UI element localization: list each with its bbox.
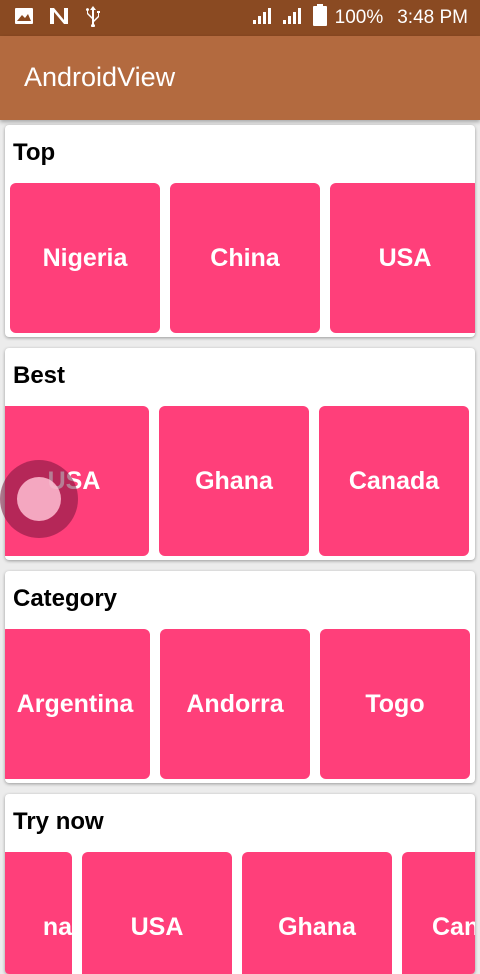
country-tile[interactable]: USA <box>330 183 475 333</box>
country-tile[interactable]: China <box>170 183 320 333</box>
country-tile[interactable]: Can <box>402 852 475 974</box>
section-card-best: Best USA Ghana Canada <box>5 348 475 560</box>
status-bar-left <box>14 5 102 32</box>
image-icon <box>14 6 34 31</box>
touch-indicator <box>0 460 78 538</box>
section-title: Best <box>13 362 66 389</box>
section-card-try-now: Try now na USA Ghana Can <box>5 794 475 974</box>
country-tile[interactable]: Canada <box>319 406 469 556</box>
signal-icon-2 <box>282 6 305 30</box>
country-tile[interactable]: Argentina <box>5 629 150 779</box>
country-tile[interactable]: Andorra <box>160 629 310 779</box>
signal-icon <box>252 6 275 30</box>
app-title: AndroidView <box>24 62 176 92</box>
touch-indicator-center <box>17 477 61 521</box>
clock: 3:48 PM <box>397 7 468 28</box>
section-title: Top <box>13 139 56 166</box>
country-tile[interactable]: USA <box>82 852 232 974</box>
country-tile[interactable]: Togo <box>320 629 470 779</box>
country-tile[interactable]: Ghana <box>159 406 309 556</box>
status-bar: 100% 3:48 PM <box>0 0 480 36</box>
battery-percent: 100% <box>334 7 384 28</box>
section-card-top: Top Nigeria China USA <box>5 125 475 337</box>
country-tile[interactable]: Ghana <box>242 852 392 974</box>
country-tile[interactable]: Nigeria <box>10 183 160 333</box>
status-bar-right: 100% 3:48 PM <box>252 4 468 32</box>
usb-icon <box>84 5 102 32</box>
section-card-category: Category Argentina Andorra Togo <box>5 571 475 783</box>
battery-icon <box>312 4 327 32</box>
app-bar: AndroidView <box>0 36 480 120</box>
section-title: Try now <box>13 808 104 835</box>
country-tile[interactable]: na <box>5 852 72 974</box>
section-title: Category <box>13 585 118 612</box>
n-icon <box>48 6 70 31</box>
